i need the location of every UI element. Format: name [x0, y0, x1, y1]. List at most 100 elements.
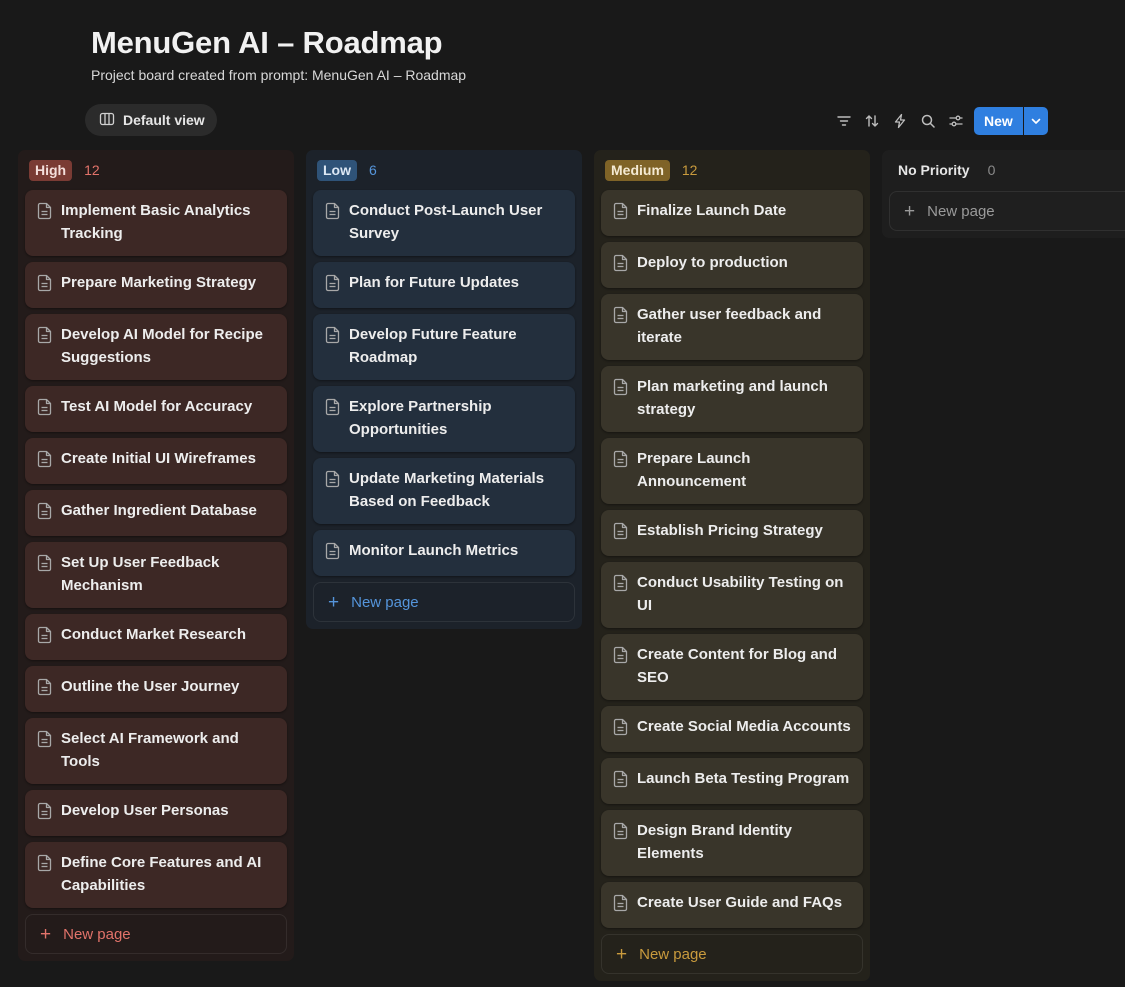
task-card[interactable]: Monitor Launch Metrics	[313, 530, 575, 576]
page-icon	[325, 201, 341, 225]
task-card-title: Test AI Model for Accuracy	[61, 398, 253, 415]
page-icon	[37, 397, 53, 421]
task-card[interactable]: Outline the User Journey	[25, 666, 287, 712]
task-card-title: Establish Pricing Strategy	[637, 522, 823, 539]
column-count: 12	[681, 162, 698, 178]
default-view-tab[interactable]: Default view	[85, 104, 217, 136]
task-card[interactable]: Explore Partnership Opportunities	[313, 386, 575, 452]
task-card[interactable]: Select AI Framework and Tools	[25, 718, 287, 784]
task-card-title: Deploy to production	[637, 254, 788, 271]
page-icon	[613, 769, 629, 793]
task-card-title: Create Content for Blog and SEO	[637, 646, 838, 686]
page-icon	[613, 717, 629, 741]
task-card[interactable]: Update Marketing Materials Based on Feed…	[313, 458, 575, 524]
task-card-title: Design Brand Identity Elements	[637, 822, 793, 862]
task-card[interactable]: Prepare Marketing Strategy	[25, 262, 287, 308]
page-icon	[613, 645, 629, 669]
new-page-button[interactable]: + New page	[313, 582, 575, 622]
task-card[interactable]: Establish Pricing Strategy	[601, 510, 863, 556]
task-card[interactable]: Prepare Launch Announcement	[601, 438, 863, 504]
task-card-title: Launch Beta Testing Program	[637, 770, 850, 787]
task-card[interactable]: Plan for Future Updates	[313, 262, 575, 308]
filter-icon[interactable]	[830, 107, 858, 135]
page-icon	[37, 729, 53, 753]
new-page-button[interactable]: + New page	[25, 914, 287, 954]
page-icon	[37, 325, 53, 349]
page-icon	[613, 521, 629, 545]
plus-icon: +	[616, 943, 628, 965]
task-card-title: Monitor Launch Metrics	[349, 542, 519, 559]
page-icon	[37, 853, 53, 877]
task-card[interactable]: Develop Future Feature Roadmap	[313, 314, 575, 380]
page-icon	[37, 449, 53, 473]
column-no-priority: No Priority 0 + New page	[882, 150, 1125, 238]
task-card-title: Plan for Future Updates	[349, 274, 520, 291]
task-card[interactable]: Test AI Model for Accuracy	[25, 386, 287, 432]
task-card[interactable]: Plan marketing and launch strategy	[601, 366, 863, 432]
default-view-label: Default view	[123, 112, 205, 128]
task-card[interactable]: Create User Guide and FAQs	[601, 882, 863, 928]
new-page-label: New page	[351, 593, 419, 611]
task-card[interactable]: Conduct Market Research	[25, 614, 287, 660]
new-button-group: New	[974, 107, 1048, 135]
task-card[interactable]: Conduct Post-Launch User Survey	[313, 190, 575, 256]
page-icon	[37, 677, 53, 701]
task-card[interactable]: Gather Ingredient Database	[25, 490, 287, 536]
task-card-title: Develop Future Feature Roadmap	[349, 326, 517, 366]
task-card-title: Create User Guide and FAQs	[637, 894, 843, 911]
task-card[interactable]: Deploy to production	[601, 242, 863, 288]
column-header: No Priority 0	[889, 150, 1125, 190]
priority-badge[interactable]: No Priority	[893, 160, 976, 181]
search-icon[interactable]	[914, 107, 942, 135]
new-page-button[interactable]: + New page	[889, 191, 1125, 231]
chevron-down-icon	[1031, 118, 1041, 124]
page-header: MenuGen AI – Roadmap Project board creat…	[91, 24, 466, 83]
page-icon	[325, 397, 341, 421]
priority-badge[interactable]: Low	[317, 159, 357, 181]
task-card[interactable]: Design Brand Identity Elements	[601, 810, 863, 876]
new-page-label: New page	[63, 925, 131, 943]
task-card[interactable]: Conduct Usability Testing on UI	[601, 562, 863, 628]
page-icon	[325, 469, 341, 493]
column-high: High 12 Implement Basic Analytics Tracking…	[18, 150, 294, 961]
task-card-title: Create Initial UI Wireframes	[61, 450, 256, 467]
priority-badge[interactable]: Medium	[605, 159, 670, 181]
page-icon	[613, 821, 629, 845]
task-card[interactable]: Implement Basic Analytics Tracking	[25, 190, 287, 256]
page-icon	[613, 449, 629, 473]
page-icon	[325, 273, 341, 297]
board-view-icon	[99, 111, 115, 130]
task-card[interactable]: Create Social Media Accounts	[601, 706, 863, 752]
task-card-title: Conduct Market Research	[61, 626, 247, 643]
task-card[interactable]: Develop User Personas	[25, 790, 287, 836]
page-title: MenuGen AI – Roadmap	[91, 25, 443, 60]
page-icon	[613, 573, 629, 597]
settings-icon[interactable]	[942, 107, 970, 135]
sort-icon[interactable]	[858, 107, 886, 135]
task-card[interactable]: Gather user feedback and iterate	[601, 294, 863, 360]
automation-icon[interactable]	[886, 107, 914, 135]
new-dropdown-button[interactable]	[1023, 107, 1048, 135]
page-icon	[37, 553, 53, 577]
task-card[interactable]: Define Core Features and AI Capabilities	[25, 842, 287, 908]
column-count: 12	[84, 162, 100, 178]
column-header: Medium 12	[601, 150, 863, 190]
task-card[interactable]: Create Initial UI Wireframes	[25, 438, 287, 484]
task-card-title: Conduct Post-Launch User Survey	[349, 202, 543, 242]
task-card[interactable]: Launch Beta Testing Program	[601, 758, 863, 804]
new-page-button[interactable]: + New page	[601, 934, 863, 974]
new-page-label: New page	[927, 202, 995, 220]
task-card-title: Develop AI Model for Recipe Suggestions	[61, 326, 263, 366]
column-header: Low 6	[313, 150, 575, 190]
task-card-title: Prepare Marketing Strategy	[61, 274, 257, 291]
priority-badge[interactable]: High	[29, 159, 73, 181]
page-icon	[37, 501, 53, 525]
task-card-title: Plan marketing and launch strategy	[637, 378, 828, 418]
task-card[interactable]: Develop AI Model for Recipe Suggestions	[25, 314, 287, 380]
page-icon	[613, 893, 629, 917]
task-card[interactable]: Create Content for Blog and SEO	[601, 634, 863, 700]
task-card[interactable]: Set Up User Feedback Mechanism	[25, 542, 287, 608]
task-card[interactable]: Finalize Launch Date	[601, 190, 863, 236]
task-card-title: Gather Ingredient Database	[61, 502, 257, 519]
new-button[interactable]: New	[974, 107, 1023, 135]
